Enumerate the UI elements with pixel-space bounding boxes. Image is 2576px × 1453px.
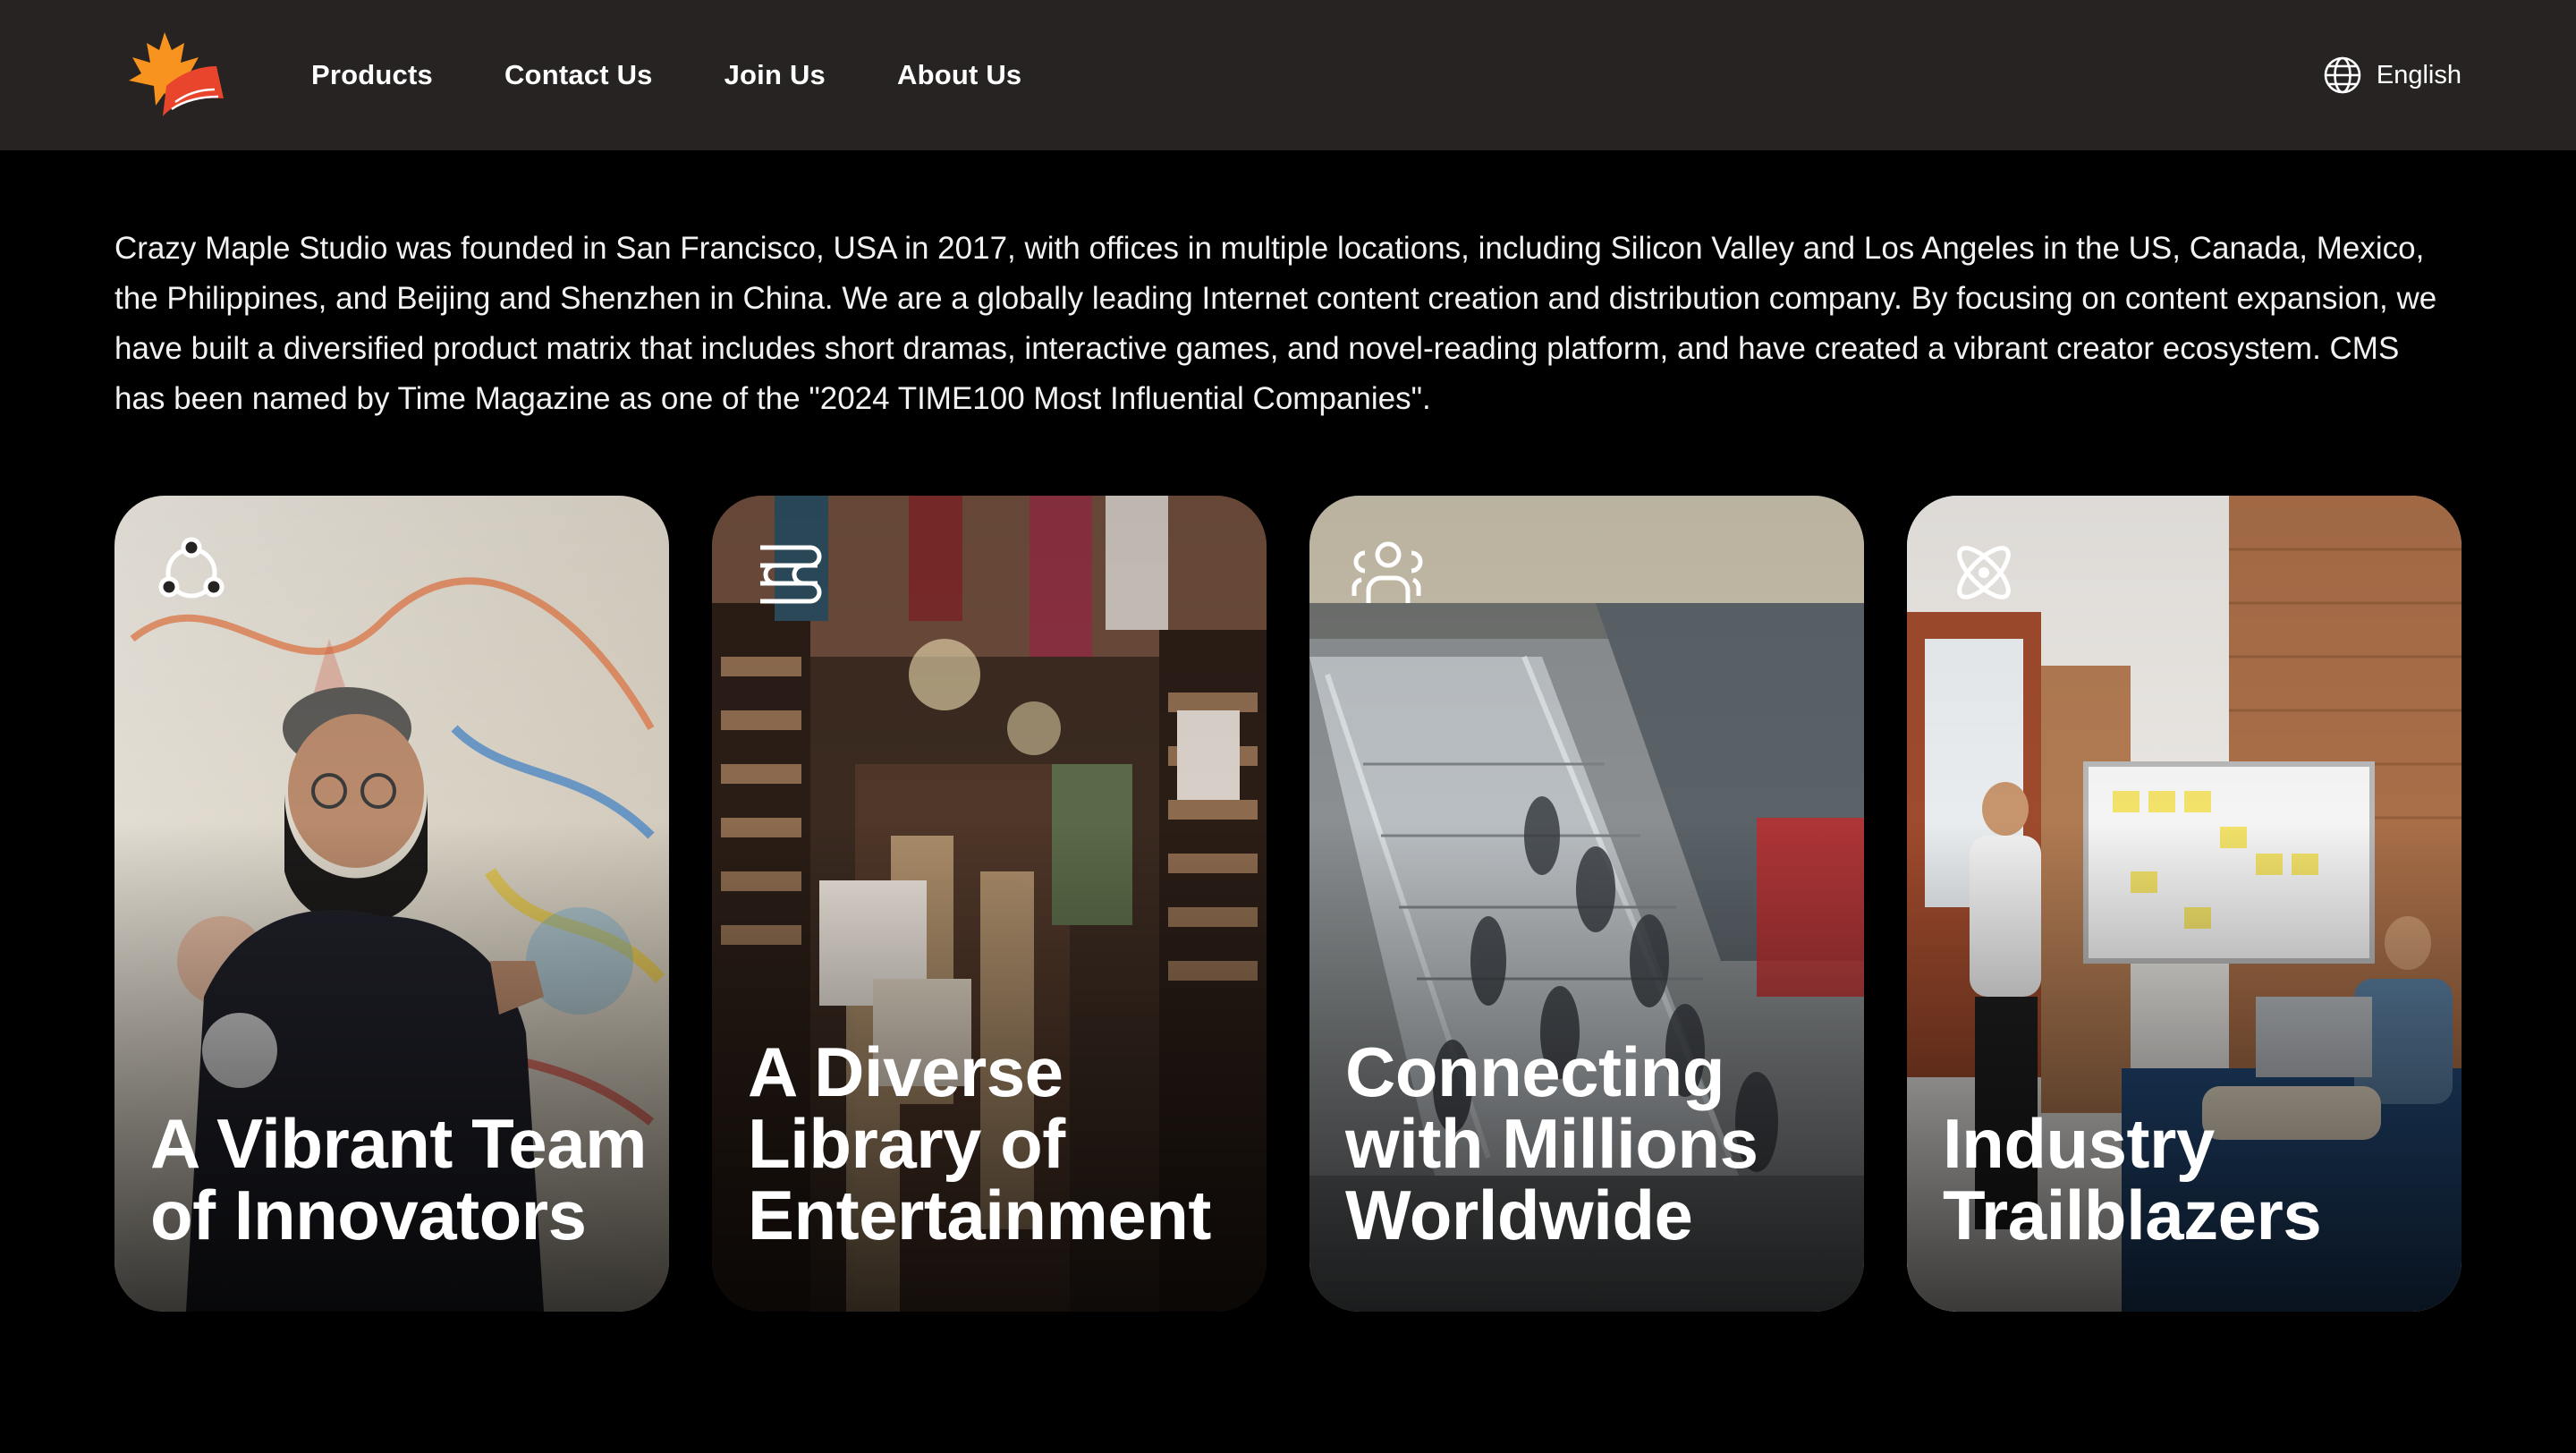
card-title: Industry Trailblazers (1943, 1104, 2322, 1254)
company-intro-text: Crazy Maple Studio was founded in San Fr… (114, 231, 2437, 416)
language-selector[interactable]: English (2323, 0, 2462, 150)
feature-card-library[interactable]: A Diverse Library of Entertainment (712, 496, 1267, 1312)
top-navigation-bar: Products Contact Us Join Us About Us Eng… (0, 0, 2576, 150)
card-title: A Vibrant Team of Innovators (150, 1104, 648, 1254)
users-icon (1352, 541, 1423, 603)
atom-icon (1957, 546, 2011, 599)
feature-card-team[interactable]: A Vibrant Team of Innovators (114, 496, 669, 1312)
nav-about-us-link[interactable]: About Us (897, 59, 1021, 91)
feature-cards: A Vibrant Team of Innovators A Diverse L… (114, 496, 2462, 1312)
nav-join-us-link[interactable]: Join Us (724, 59, 826, 91)
nav-products-link[interactable]: Products (311, 59, 433, 91)
main-nav: Products Contact Us Join Us About Us (311, 0, 1093, 150)
books-stack-icon (760, 545, 822, 604)
feature-card-connecting[interactable]: Connecting with Millions Worldwide (1309, 496, 1864, 1312)
feature-card-trailblazers[interactable]: Industry Trailblazers (1907, 496, 2462, 1312)
nav-contact-us-link[interactable]: Contact Us (504, 59, 653, 91)
language-label: English (2376, 60, 2462, 89)
maple-leaf-book-logo[interactable] (113, 30, 227, 120)
globe-icon (2323, 55, 2362, 95)
card-title: A Diverse Library of Entertainment (748, 1032, 1211, 1254)
team-network-icon (158, 537, 225, 599)
card-title: Connecting with Millions Worldwide (1345, 1032, 1758, 1254)
